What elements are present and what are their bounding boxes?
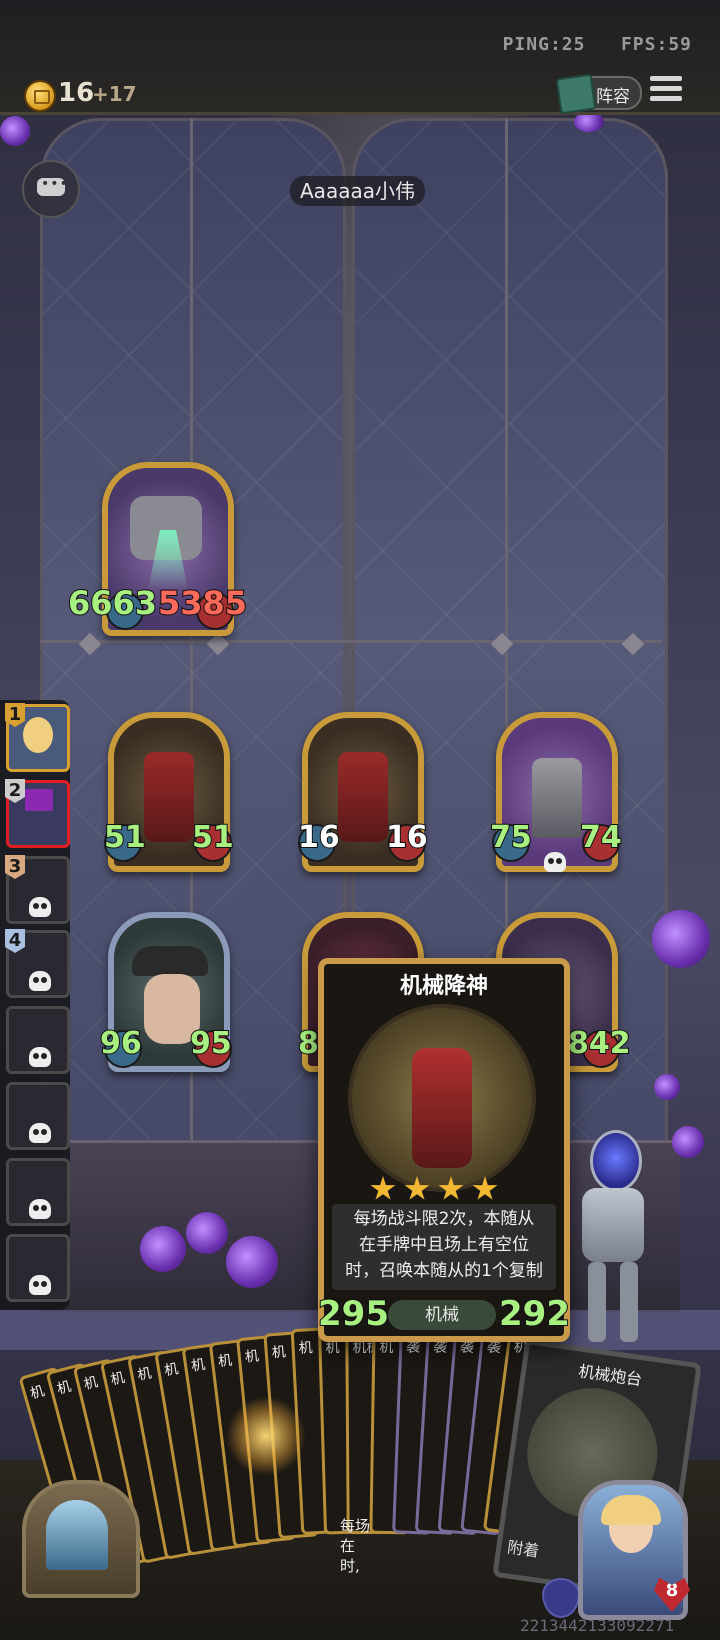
dead-player-skull-icon <box>29 897 51 917</box>
game-stage: PING:25 FPS:59 16 +17 阵容 Aaaaaa小伟 6663 5… <box>0 0 720 1640</box>
robot-hero-figure <box>568 1130 658 1350</box>
hand-card-label: 机 <box>82 1374 100 1394</box>
mech-god-body <box>338 752 388 842</box>
blonde-girl-avatar <box>23 717 53 753</box>
top-bar: PING:25 FPS:59 16 +17 阵容 <box>0 0 720 115</box>
minion-attack: 75 <box>489 819 533 856</box>
ranking-slot[interactable]: 2 <box>5 779 70 848</box>
ping-text: PING:25 <box>502 34 586 55</box>
hand-card-label: 机 <box>28 1383 47 1403</box>
opponent-name: Aaaaaa小伟 <box>290 176 425 206</box>
lineup-label: 阵容 <box>596 87 630 107</box>
enemy-attack: 6663 <box>67 583 158 623</box>
minion-health: 74 <box>579 819 623 856</box>
rose-decoration <box>654 1074 680 1100</box>
ranking-slot[interactable] <box>6 1006 70 1074</box>
card-attack: 295 <box>317 1293 390 1335</box>
deathrattle-skull-icon <box>544 852 566 872</box>
mech-god-body <box>144 752 194 842</box>
card-health: 292 <box>498 1293 571 1335</box>
glow-effect <box>226 1396 306 1476</box>
gold-income: +17 <box>92 82 137 106</box>
hand-card-label: 机 <box>163 1361 180 1380</box>
gold-count: 16 <box>58 78 95 108</box>
robot-body <box>532 758 582 838</box>
rose-decoration <box>574 112 604 132</box>
hand-card-label: 机 <box>271 1344 287 1362</box>
hamburger-icon <box>650 76 682 81</box>
hand-card-snippet: 每场 在 时, <box>340 1516 370 1576</box>
wizard-hat <box>132 946 208 976</box>
chat-button[interactable] <box>22 160 80 218</box>
ranking-slot[interactable] <box>6 1082 70 1150</box>
rank-badge: 2 <box>5 779 25 803</box>
gold-coin-icon <box>24 80 56 112</box>
top-hat-avatar <box>25 789 53 811</box>
hand-card-text: 在 <box>340 1537 356 1555</box>
card-description-line: 时，召唤本随从的1个复制 <box>345 1261 543 1281</box>
minion-attack: 51 <box>103 819 147 856</box>
enemy-health: 5385 <box>157 583 248 623</box>
minion-health: 16 <box>385 819 429 856</box>
hand-card-attach: 附着 <box>506 1537 541 1561</box>
card-title: 机械降神 <box>399 974 488 999</box>
hand-card-text: 时, <box>340 1557 360 1575</box>
rose-decoration <box>0 116 30 146</box>
hand-card-text: 每场 <box>340 1517 371 1535</box>
rank-badge: 1 <box>5 703 25 727</box>
hand-card-label: 机 <box>244 1348 260 1366</box>
card-tribe: 机械 <box>388 1300 496 1330</box>
rose-decoration <box>672 1126 704 1158</box>
rank-badge: 4 <box>5 929 25 953</box>
menu-button[interactable] <box>650 76 682 106</box>
minion-attack: 8 <box>297 1025 320 1062</box>
hand-card-label: 机 <box>298 1340 314 1357</box>
rose-decoration <box>186 1212 228 1254</box>
lineup-button[interactable]: 阵容 <box>555 73 642 115</box>
minion-health: 95 <box>189 1025 233 1062</box>
ranking-slot[interactable] <box>6 1234 70 1302</box>
rose-decoration <box>140 1226 186 1272</box>
ranking-slot[interactable]: 3 <box>5 855 70 924</box>
tavern-button[interactable] <box>22 1480 140 1598</box>
rank-badge: 3 <box>5 855 25 879</box>
dead-player-skull-icon <box>29 1047 51 1067</box>
hand-card-label: 机 <box>190 1356 207 1375</box>
hand-card-label: 机 <box>109 1369 127 1389</box>
dead-player-skull-icon <box>29 1199 51 1219</box>
dead-player-skull-icon <box>29 1123 51 1143</box>
player-id-text: 2213442133092271 <box>520 1616 675 1635</box>
card-tooltip: 机械降神 每场战斗限2次，本随从 在手牌中且场上有空位 时，召唤本随从的1个复制… <box>317 958 571 1342</box>
hand-card-label: 机 <box>136 1365 153 1384</box>
minion-attack: 16 <box>297 819 341 856</box>
ranking-slot[interactable] <box>6 1158 70 1226</box>
dead-player-skull-icon <box>29 1275 51 1295</box>
ranking-slot[interactable]: 1 <box>5 703 70 772</box>
book-icon <box>555 73 597 115</box>
network-stats: PING:25 FPS:59 <box>503 34 692 55</box>
rose-decoration <box>652 910 710 968</box>
minion-attack: 96 <box>99 1025 143 1062</box>
card-description-line: 在手牌中且场上有空位 <box>359 1235 529 1255</box>
star-icon <box>370 1176 396 1200</box>
hand-card-label: 机 <box>55 1378 73 1398</box>
mech-god-portrait <box>348 1004 536 1192</box>
window-frame-line <box>40 640 662 643</box>
card-description: 每场战斗限2次，本随从 在手牌中且场上有空位 时，召唤本随从的1个复制 <box>332 1204 556 1290</box>
hand-card-label: 机 <box>217 1352 233 1371</box>
card-description-line: 每场战斗限2次，本随从 <box>353 1209 535 1229</box>
minion-health: 51 <box>191 819 235 856</box>
dead-player-skull-icon <box>29 971 51 991</box>
rose-decoration <box>226 1236 278 1288</box>
fps-text: FPS:59 <box>620 34 692 55</box>
player-ranking-sidebar: 1 2 3 4 <box>0 700 70 1310</box>
ranking-slot[interactable]: 4 <box>5 929 70 998</box>
minion-health: 842 <box>567 1025 632 1062</box>
